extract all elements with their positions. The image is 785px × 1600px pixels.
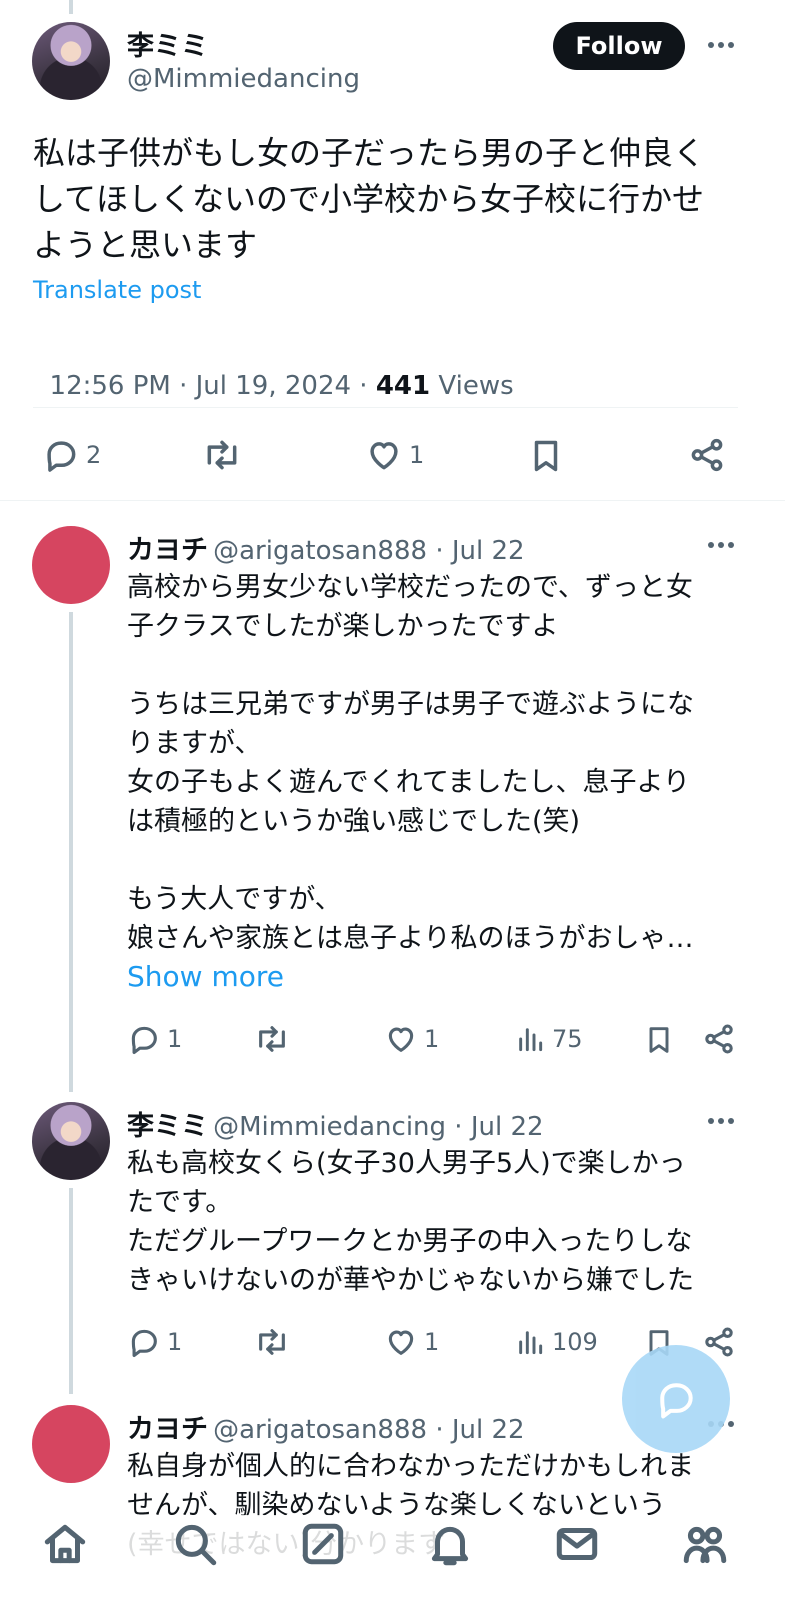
- divider: [33, 407, 738, 408]
- repost-button[interactable]: [253, 1325, 291, 1359]
- reply-count: 1: [167, 1025, 183, 1053]
- home-icon[interactable]: [40, 1519, 90, 1573]
- views-button[interactable]: 75: [514, 1022, 583, 1056]
- views-count: 109: [552, 1328, 598, 1356]
- bottom-nav: [0, 1515, 785, 1600]
- avatar[interactable]: [32, 526, 110, 604]
- messages-icon[interactable]: [552, 1519, 602, 1573]
- reply-button[interactable]: 1: [127, 1022, 182, 1056]
- heart-icon: [388, 1330, 414, 1355]
- share-button[interactable]: [688, 436, 726, 474]
- repost-button[interactable]: [201, 436, 243, 474]
- like-button[interactable]: 1: [384, 1022, 439, 1056]
- reply-header: カヨチ @arigatosan888 · Jul 22: [127, 1407, 525, 1446]
- thread-line: [69, 612, 73, 1092]
- compose-button[interactable]: [622, 1345, 730, 1453]
- more-icon[interactable]: [703, 1106, 739, 1136]
- like-button[interactable]: 1: [365, 436, 424, 474]
- reply-count: 1: [167, 1328, 183, 1356]
- views-count: 441: [375, 371, 431, 401]
- post-meta: 12:56 PM · Jul 19, 2024 · 441 Views: [33, 341, 514, 401]
- more-icon[interactable]: [703, 30, 739, 60]
- author-name[interactable]: カヨチ: [127, 1414, 208, 1445]
- bookmark-button[interactable]: [527, 436, 565, 476]
- repost-icon: [259, 1329, 285, 1355]
- bookmark-icon: [649, 1027, 669, 1053]
- reply-button[interactable]: 1: [127, 1325, 182, 1359]
- views-count: 75: [552, 1025, 583, 1053]
- communities-icon[interactable]: [680, 1519, 730, 1573]
- reply-header: カヨチ @arigatosan888 · Jul 22: [127, 528, 525, 567]
- repost-icon: [207, 440, 237, 470]
- post-text-line: ようと思います: [33, 226, 258, 264]
- follow-button[interactable]: Follow: [553, 22, 685, 70]
- reply-icon: [131, 1026, 157, 1055]
- author-name[interactable]: 李ミミ: [127, 24, 208, 63]
- reply-text: 高校から男女少ない学校だったので、ずっと女 子クラスでしたが楽しかったですよ う…: [127, 572, 694, 954]
- author-handle[interactable]: @Mimmiedancing · Jul 22: [213, 1112, 543, 1142]
- reply-text: 私も高校女くら(女子30人男子5人)で楽しかっ たです。 ただグループワークとか…: [127, 1148, 694, 1296]
- grok-icon[interactable]: [298, 1519, 348, 1573]
- more-icon[interactable]: [703, 530, 739, 560]
- reply-header: 李ミミ @Mimmiedancing · Jul 22: [127, 1104, 544, 1143]
- post-text-line: してほしくないので小学校から女子校に行かせ: [33, 180, 705, 218]
- repost-icon: [259, 1026, 285, 1052]
- views-label: Views: [430, 371, 514, 401]
- author-handle[interactable]: @arigatosan888 · Jul 22: [213, 1415, 524, 1445]
- avatar[interactable]: [32, 22, 110, 100]
- search-icon[interactable]: [170, 1519, 220, 1573]
- heart-icon: [370, 442, 398, 470]
- thread-line-top: [69, 0, 73, 14]
- views-button[interactable]: 109: [514, 1325, 598, 1359]
- thread-line: [69, 1188, 73, 1394]
- share-button[interactable]: [702, 1022, 736, 1056]
- avatar[interactable]: [32, 1405, 110, 1483]
- divider: [0, 500, 785, 501]
- reply-icon: [131, 1329, 157, 1358]
- author-name[interactable]: 李ミミ: [127, 1111, 208, 1142]
- like-button[interactable]: 1: [384, 1325, 439, 1359]
- bookmark-button[interactable]: [643, 1022, 675, 1058]
- author-handle[interactable]: @Mimmiedancing: [127, 64, 360, 94]
- views-chart-icon: [519, 1331, 543, 1355]
- translate-post-link[interactable]: Translate post: [33, 276, 201, 304]
- like-count: 1: [409, 441, 425, 469]
- share-icon: [691, 438, 723, 472]
- repost-button[interactable]: [253, 1022, 291, 1056]
- avatar[interactable]: [32, 1102, 110, 1180]
- reply-count: 2: [86, 441, 102, 469]
- compose-icon: [660, 1383, 693, 1419]
- author-handle[interactable]: @arigatosan888 · Jul 22: [213, 536, 524, 566]
- author-name[interactable]: カヨチ: [127, 535, 208, 566]
- views-chart-icon: [519, 1028, 543, 1052]
- like-count: 1: [424, 1025, 440, 1053]
- post-timestamp[interactable]: 12:56 PM · Jul 19, 2024 ·: [50, 371, 376, 401]
- like-count: 1: [424, 1328, 440, 1356]
- post-text-line: 私は子供がもし女の子だったら男の子と仲良く: [33, 134, 706, 172]
- bookmark-icon: [534, 440, 558, 472]
- reply-icon: [47, 441, 76, 472]
- heart-icon: [388, 1027, 414, 1052]
- share-icon: [705, 1024, 733, 1054]
- show-more-link[interactable]: Show more: [127, 960, 284, 993]
- reply-button[interactable]: 2: [42, 436, 101, 474]
- post-text: 私は子供がもし女の子だったら男の子と仲良く してほしくないので小学校から女子校に…: [33, 130, 753, 268]
- notifications-icon[interactable]: [425, 1519, 475, 1573]
